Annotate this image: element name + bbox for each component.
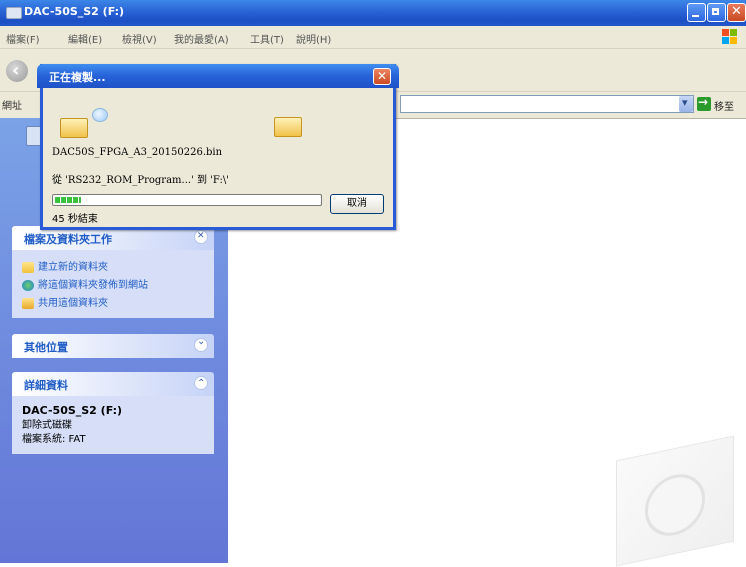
file-folder-tasks-panel: 檔案及資料夾工作 建立新的資料夾 將這個資料夾發佈到網站 共用這個資料夾 [12, 226, 214, 318]
drive-watermark-icon [616, 435, 734, 567]
windows-logo-icon [722, 29, 738, 45]
copy-from-to: 從 'RS232_ROM_Program...' 到 'F:\' [52, 175, 229, 186]
menu-file[interactable]: 檔案(F) [6, 31, 40, 46]
other-places-title: 其他位置 [24, 341, 68, 354]
menu-tools[interactable]: 工具(T) [250, 31, 284, 46]
details-body: DAC-50S_S2 (F:) 卸除式磁碟 檔案系統: FAT [12, 396, 214, 454]
details-header[interactable]: 詳細資料 [12, 372, 214, 396]
address-input[interactable] [400, 95, 694, 113]
copy-dialog-title-bar[interactable]: 正在複製... [37, 64, 399, 88]
go-arrow-icon[interactable] [697, 95, 711, 111]
other-places-header[interactable]: 其他位置 [12, 334, 214, 358]
menu-help[interactable]: 說明(H) [296, 31, 331, 46]
close-button[interactable] [727, 3, 746, 22]
menu-bar: 檔案(F) 編輯(E) 檢視(V) 我的最愛(A) 工具(T) 說明(H) [0, 26, 746, 49]
time-remaining: 45 秒結束 [52, 214, 98, 225]
window-title: DAC-50S_S2 (F:) [24, 5, 125, 18]
other-places-panel: 其他位置 [12, 334, 214, 358]
address-label: 網址 [2, 101, 22, 112]
new-folder-icon [22, 261, 34, 273]
task-label: 共用這個資料夾 [38, 298, 108, 309]
details-panel: 詳細資料 DAC-50S_S2 (F:) 卸除式磁碟 檔案系統: FAT [12, 372, 214, 454]
file-folder-tasks-body: 建立新的資料夾 將這個資料夾發佈到網站 共用這個資料夾 [12, 250, 214, 318]
explorer-window: DAC-50S_S2 (F:) 檔案(F) 編輯(E) 檢視(V) 我的最愛(A… [0, 0, 746, 567]
back-button[interactable] [6, 60, 28, 82]
drive-type: 卸除式磁碟 [22, 420, 72, 431]
file-folder-tasks-title: 檔案及資料夾工作 [24, 233, 112, 246]
share-folder-icon [22, 297, 34, 309]
task-label: 建立新的資料夾 [38, 262, 108, 273]
copy-file-name: DAC50S_FPGA_A3_20150226.bin [52, 147, 223, 158]
destination-folder-icon [274, 117, 302, 137]
expand-icon[interactable] [194, 336, 208, 352]
drive-filesystem: 檔案系統: FAT [22, 434, 86, 445]
menu-view[interactable]: 檢視(V) [122, 31, 157, 46]
source-folder-icon [60, 118, 88, 138]
task-new-folder[interactable]: 建立新的資料夾 [22, 258, 108, 273]
minimize-button[interactable] [687, 3, 706, 22]
menu-edit[interactable]: 編輯(E) [68, 31, 102, 46]
dialog-close-button[interactable] [373, 68, 391, 85]
maximize-button[interactable] [707, 3, 726, 22]
task-label: 將這個資料夾發佈到網站 [38, 280, 148, 291]
cancel-button[interactable]: 取消 [330, 194, 384, 214]
drive-icon [6, 7, 22, 19]
flying-file-icon [92, 108, 108, 122]
copy-dialog-title: 正在複製... [49, 71, 106, 84]
collapse-icon[interactable] [194, 230, 208, 244]
details-title: 詳細資料 [24, 379, 68, 392]
collapse-icon[interactable] [194, 376, 208, 390]
copy-progress-bar [52, 194, 322, 206]
address-dropdown-button[interactable] [679, 96, 693, 112]
globe-icon [22, 279, 34, 291]
progress-fill [55, 197, 81, 203]
task-publish-web[interactable]: 將這個資料夾發佈到網站 [22, 276, 148, 291]
task-share-folder[interactable]: 共用這個資料夾 [22, 294, 108, 309]
go-button[interactable]: 移至 [714, 98, 734, 113]
menu-favorites[interactable]: 我的最愛(A) [174, 31, 229, 46]
title-bar[interactable]: DAC-50S_S2 (F:) [0, 0, 746, 26]
